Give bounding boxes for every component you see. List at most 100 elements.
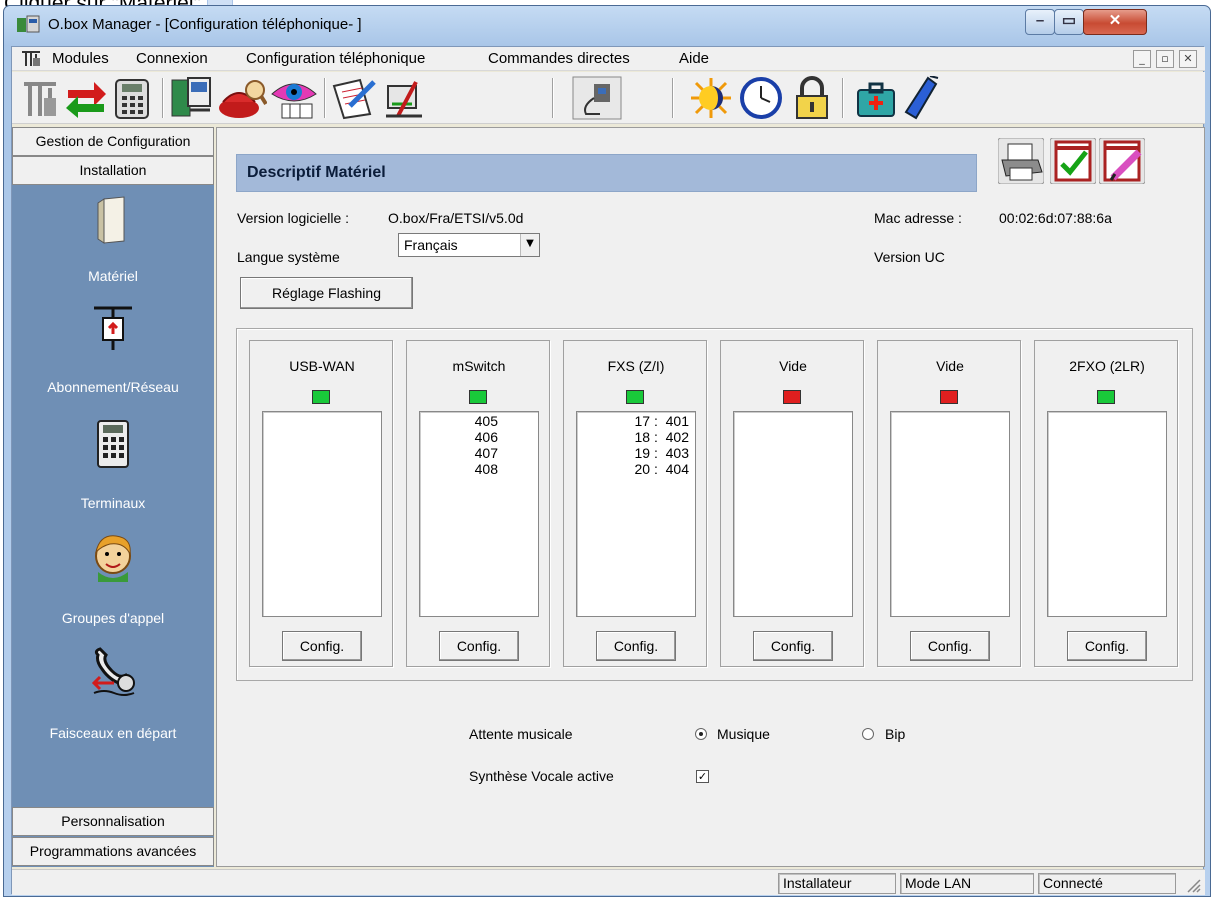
day-night-icon[interactable]	[688, 76, 734, 120]
main-panel: Descriptif Matériel Version logicielle :…	[216, 127, 1205, 867]
sidebar-item-label: Terminaux	[80, 495, 146, 511]
board-title: FXS (Z/I)	[607, 358, 665, 374]
medical-kit-icon[interactable]	[854, 76, 898, 120]
flashing-settings-button[interactable]: Réglage Flashing	[240, 277, 413, 309]
board-port-list[interactable]	[262, 411, 382, 617]
sidebar: Gestion de Configuration Installation Ma…	[12, 127, 214, 867]
radio-musique-label[interactable]: Musique	[717, 726, 770, 742]
config-button[interactable]: Config.	[1067, 631, 1147, 661]
sync-arrows-icon[interactable]	[64, 76, 108, 120]
antenna-icon[interactable]	[18, 76, 62, 120]
toolbar-separator	[552, 78, 554, 118]
board-port-list[interactable]	[890, 411, 1010, 617]
tab-installation[interactable]: Installation	[12, 156, 214, 185]
board-title: mSwitch	[452, 358, 506, 374]
radio-bip-label[interactable]: Bip	[885, 726, 905, 742]
board-port-list[interactable]: 405 406 407 408	[419, 411, 539, 617]
notepad-icon[interactable]	[330, 76, 376, 120]
board-port-list[interactable]: 17 : 401 18 : 402 19 : 403 20 : 404	[576, 411, 696, 617]
eye-directory-icon[interactable]	[270, 76, 320, 120]
network-terminal-icon[interactable]	[170, 76, 214, 120]
config-button[interactable]: Config.	[439, 631, 519, 661]
window-title: O.box Manager - [Configuration téléphoni…	[48, 16, 362, 33]
status-connection-mode: Mode LAN	[900, 873, 1034, 894]
list-item[interactable]: 19 : 403	[635, 445, 690, 461]
chevron-down-icon[interactable]: ▼	[520, 234, 539, 256]
minimize-button[interactable]: –	[1025, 9, 1055, 35]
board-card: 2FXO (2LR) Config.	[1034, 340, 1178, 667]
board-card: FXS (Z/I) 17 : 401 18 : 402 19 : 403 20 …	[563, 340, 707, 667]
red-phone-icon[interactable]	[217, 76, 267, 120]
list-item[interactable]: 407	[475, 445, 498, 461]
padlock-icon[interactable]	[792, 76, 832, 120]
tools-icon[interactable]	[382, 76, 428, 120]
client-area: Modules Connexion Configuration téléphon…	[11, 46, 1205, 895]
title-bar: O.box Manager - [Configuration téléphoni…	[4, 6, 1210, 46]
board-card: Vide Config.	[877, 340, 1021, 667]
sidebar-item-materiel[interactable]: Matériel	[12, 189, 214, 302]
music-on-hold-label: Attente musicale	[469, 726, 573, 742]
mdi-restore-button[interactable]: ▫	[1156, 50, 1174, 68]
board-card: mSwitch 405 406 407 408 Config.	[406, 340, 550, 667]
list-item[interactable]: 17 : 401	[635, 413, 690, 429]
menu-commandes-directes[interactable]: Commandes directes	[488, 50, 630, 67]
menu-aide[interactable]: Aide	[679, 50, 709, 67]
voice-synthesis-checkbox[interactable]: ✓	[696, 770, 709, 783]
menu-bar: Modules Connexion Configuration téléphon…	[12, 47, 1205, 71]
version-label: Version logicielle :	[237, 210, 350, 226]
board-title: 2FXO (2LR)	[1069, 358, 1145, 374]
status-led	[312, 390, 330, 404]
list-item[interactable]: 18 : 402	[635, 429, 690, 445]
tab-personnalisation[interactable]: Personnalisation	[12, 807, 214, 836]
resize-grip-icon[interactable]	[1182, 874, 1202, 894]
app-icon	[17, 15, 40, 33]
board-card: USB-WAN Config.	[249, 340, 393, 667]
config-button[interactable]: Config.	[596, 631, 676, 661]
checklist-icon[interactable]	[1050, 138, 1096, 184]
list-item[interactable]: 408	[475, 461, 498, 477]
sidebar-item-abonnement-reseau[interactable]: Abonnement/Réseau	[12, 302, 214, 415]
status-led	[783, 390, 801, 404]
mdi-close-button[interactable]: ✕	[1179, 50, 1197, 68]
menu-connexion[interactable]: Connexion	[136, 50, 208, 67]
radio-bip[interactable]	[862, 728, 874, 740]
list-item[interactable]: 405	[475, 413, 498, 429]
menu-modules[interactable]: Modules	[52, 50, 109, 67]
clock-icon[interactable]	[738, 76, 784, 120]
mac-label: Mac adresse :	[874, 210, 962, 226]
status-led	[469, 390, 487, 404]
close-button[interactable]: ✕	[1083, 9, 1147, 35]
sidebar-item-terminaux[interactable]: Terminaux	[12, 417, 214, 530]
maximize-button[interactable]: ▭	[1054, 9, 1084, 35]
language-select-value: Français	[404, 237, 458, 253]
radio-musique[interactable]	[695, 728, 707, 740]
sidebar-item-label: Matériel	[88, 268, 138, 284]
sidebar-item-label: Faisceaux en départ	[49, 725, 177, 741]
printer-icon[interactable]	[998, 138, 1044, 184]
sidebar-item-label: Abonnement/Réseau	[47, 379, 179, 395]
sidebar-item-faisceaux-depart[interactable]: Faisceaux en départ	[12, 647, 214, 760]
config-button[interactable]: Config.	[910, 631, 990, 661]
board-port-list[interactable]	[1047, 411, 1167, 617]
mdi-minimize-button[interactable]: _	[1133, 50, 1151, 68]
board-title: Vide	[779, 358, 807, 374]
hardware-box-icon	[97, 196, 125, 244]
config-button[interactable]: Config.	[753, 631, 833, 661]
phone-keypad-icon[interactable]	[112, 76, 156, 120]
edit-form-icon[interactable]	[1099, 138, 1145, 184]
tab-programmations-avancees[interactable]: Programmations avancées	[12, 837, 214, 866]
board-port-list[interactable]	[733, 411, 853, 617]
connector-icon[interactable]	[572, 76, 622, 120]
mobile-phone-icon[interactable]	[900, 76, 944, 120]
status-led	[1097, 390, 1115, 404]
list-item[interactable]: 20 : 404	[635, 461, 690, 477]
document-icon[interactable]	[20, 50, 42, 68]
status-bar: Installateur Mode LAN Connecté	[12, 869, 1205, 895]
board-card: Vide Config.	[720, 340, 864, 667]
list-item[interactable]: 406	[475, 429, 498, 445]
config-button[interactable]: Config.	[282, 631, 362, 661]
language-select[interactable]: Français ▼	[398, 233, 540, 257]
menu-configuration-telephonique[interactable]: Configuration téléphonique	[246, 50, 425, 67]
tab-gestion-configuration[interactable]: Gestion de Configuration	[12, 127, 214, 156]
sidebar-item-groupes-appel[interactable]: Groupes d'appel	[12, 532, 214, 645]
